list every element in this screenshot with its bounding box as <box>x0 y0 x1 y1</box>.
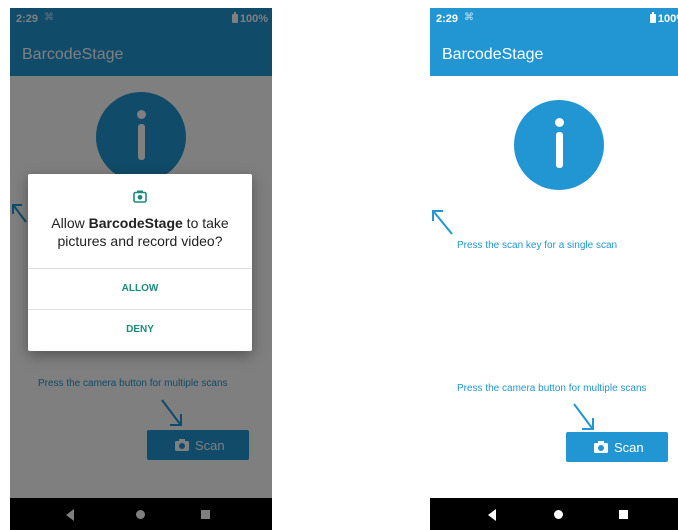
recent-apps-icon[interactable] <box>619 510 628 519</box>
info-icon <box>514 100 604 190</box>
permission-app-name: BarcodeStage <box>88 215 183 231</box>
scan-button-label: Scan <box>614 440 644 455</box>
camera-permission-icon <box>133 190 147 203</box>
navigation-bar <box>430 498 678 530</box>
home-icon[interactable] <box>554 510 563 519</box>
status-bar: 2:29 ⌘ 100% <box>430 8 678 32</box>
notification-icon: ⌘ <box>464 12 474 23</box>
camera-icon <box>594 441 608 453</box>
back-icon[interactable] <box>488 509 496 521</box>
status-time: 2:29 <box>436 13 459 25</box>
multi-scan-hint: Press the camera button for multiple sca… <box>457 383 647 394</box>
arrow-icon <box>573 403 594 430</box>
permission-text-suffix: to take <box>182 215 229 231</box>
scan-button[interactable]: Scan <box>566 432 668 462</box>
battery-icon <box>649 12 656 23</box>
battery-level: 100% <box>657 13 678 25</box>
permission-text-prefix: Allow <box>51 215 89 231</box>
app-title: BarcodeStage <box>442 46 544 63</box>
allow-button[interactable]: ALLOW <box>28 269 252 309</box>
single-scan-hint: Press the scan key for a single scan <box>457 240 618 251</box>
phone-screen-main: 2:29 ⌘ 100% BarcodeStage Press the scan … <box>430 8 678 530</box>
app-bar: BarcodeStage <box>430 32 678 76</box>
phone-screen-permission: 2:29 ⌘ 100% BarcodeStage Press the camer… <box>10 8 272 530</box>
arrow-icon <box>432 210 453 235</box>
permission-text-line2: pictures and record video? <box>57 233 223 249</box>
permission-dialog: Allow BarcodeStage to take pictures and … <box>28 174 252 351</box>
permission-message: Allow BarcodeStage to take pictures and … <box>28 214 252 250</box>
deny-button[interactable]: DENY <box>28 310 252 350</box>
battery-indicator: 100% <box>649 12 678 25</box>
